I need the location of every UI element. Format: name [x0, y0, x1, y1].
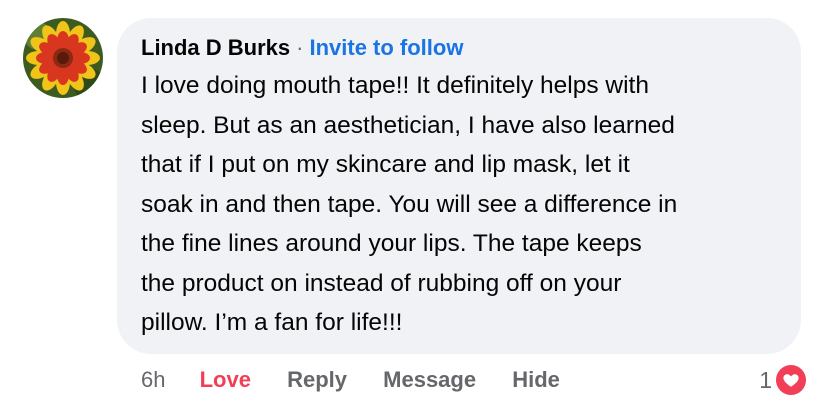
- author-name[interactable]: Linda D Burks: [141, 35, 290, 60]
- comment-line: soak in and then tape. You will see a di…: [141, 190, 678, 218]
- love-button[interactable]: Love: [200, 362, 251, 398]
- comment-line: sleep. But as an aesthetician, I have al…: [141, 111, 675, 139]
- avatar[interactable]: [23, 18, 103, 98]
- comment-line: the fine lines around your lips. The tap…: [141, 230, 642, 257]
- hide-button[interactable]: Hide: [512, 362, 560, 398]
- flower-avatar-image: [23, 18, 103, 98]
- comment-line: the product on instead of rubbing off on…: [141, 269, 622, 297]
- reaction-count: 1: [759, 366, 772, 393]
- reaction-summary[interactable]: 1: [759, 364, 806, 396]
- heart-icon: [776, 365, 806, 395]
- comment-text: I love doing mouth tape!! It definitely …: [141, 66, 781, 343]
- message-button[interactable]: Message: [383, 362, 476, 398]
- comment-line: pillow. I’m a fan for life!!!: [141, 309, 403, 336]
- comment-line: I love doing mouth tape!! It definitely …: [141, 72, 649, 99]
- comment-line: that if I put on my skincare and lip mas…: [141, 151, 630, 178]
- timestamp[interactable]: 6h: [141, 362, 165, 398]
- comment-actions: 6h Love Reply Message Hide: [141, 362, 590, 398]
- reply-button[interactable]: Reply: [287, 362, 347, 398]
- comment-bubble: Linda D Burks · Invite to follow I love do…: [117, 18, 801, 354]
- separator-dot: ·: [296, 35, 304, 60]
- comment-header: Linda D Burks · Invite to follow: [141, 33, 463, 63]
- invite-to-follow-link[interactable]: Invite to follow: [309, 35, 463, 60]
